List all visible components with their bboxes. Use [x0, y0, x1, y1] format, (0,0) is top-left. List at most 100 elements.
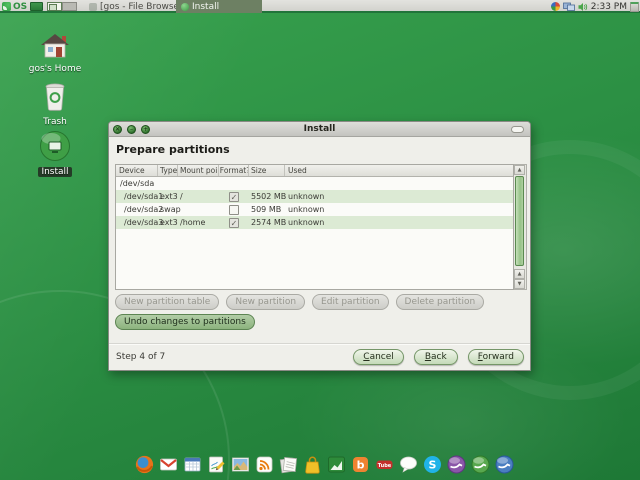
firefox-icon [135, 455, 153, 473]
system-tray: 2:33 PM [550, 0, 639, 13]
dock-item-calendar[interactable] [181, 453, 203, 475]
new-partition-table-button[interactable]: New partition table [115, 294, 220, 310]
dock-item-app-blue[interactable] [493, 453, 515, 475]
dock-item-app-green[interactable] [469, 453, 491, 475]
shopping-bag-icon [304, 456, 320, 474]
network-monitors-icon[interactable] [562, 2, 575, 12]
format-checkbox[interactable] [229, 191, 239, 202]
photos-icon [231, 457, 249, 471]
table-row[interactable]: /dev/sda2 swap 509 MB unknown [116, 203, 513, 216]
dock-item-shopping-bag[interactable] [301, 453, 323, 475]
skype-icon: S [423, 455, 441, 473]
gos-logo-icon [2, 2, 11, 11]
svg-text:S: S [428, 458, 436, 471]
table-row[interactable]: /dev/sda3 ext3 /home 2574 MB unknown [116, 216, 513, 229]
format-checkbox[interactable] [229, 204, 239, 215]
window-minimize-button[interactable] [127, 125, 136, 134]
window-close-button[interactable] [113, 125, 122, 134]
undo-changes-button[interactable]: Undo changes to partitions [115, 314, 255, 330]
dock-item-gmail[interactable] [157, 453, 179, 475]
edit-partition-button[interactable]: Edit partition [312, 294, 389, 310]
desktop-icon-label: gos's Home [28, 64, 82, 74]
desktop: OS [gos - File Browser] Install 2:33 PM … [0, 0, 640, 480]
dock-item-youtube[interactable]: Tube [373, 453, 395, 475]
trash-icon [45, 83, 65, 111]
scroll-up-arrow[interactable]: ▲ [514, 165, 525, 175]
dock-item-firefox[interactable] [133, 453, 155, 475]
step-indicator: Step 4 of 7 [116, 352, 166, 362]
show-desktop-button[interactable] [30, 2, 43, 11]
table-header: Device Type Mount point Format? Size Use… [116, 165, 513, 177]
calendar-icon [184, 457, 200, 471]
scroll-down-arrow[interactable]: ▼ [514, 279, 525, 289]
partition-table: Device Type Mount point Format? Size Use… [115, 164, 527, 290]
workspace-pager[interactable] [47, 2, 77, 11]
desktop-icon-install[interactable]: Install [18, 130, 92, 177]
app-purple-icon [447, 455, 465, 473]
window-titlebar[interactable]: Install [109, 122, 530, 137]
app-green-icon [471, 455, 489, 473]
dock-item-news[interactable] [277, 453, 299, 475]
svg-text:b: b [356, 458, 364, 471]
chat-bubble-icon [399, 456, 417, 473]
delete-partition-button[interactable]: Delete partition [395, 294, 485, 310]
column-header[interactable]: Used [285, 165, 513, 176]
window-maximize-button[interactable] [141, 125, 150, 134]
window-shade-button[interactable] [511, 126, 524, 133]
rss-reader-icon [256, 456, 272, 472]
updates-pinwheel-icon[interactable] [550, 2, 560, 11]
format-checkbox[interactable] [229, 217, 239, 228]
home-icon [41, 34, 69, 58]
news-icon [279, 456, 297, 473]
taskbar-item-install[interactable]: Install [176, 0, 262, 13]
table-scrollbar[interactable]: ▲ ▲ ▼ [514, 164, 527, 290]
finance-chart-icon [327, 456, 345, 472]
docs-icon [208, 456, 224, 472]
column-header[interactable]: Type [158, 165, 178, 176]
dock: b Tube S [133, 453, 515, 475]
desktop-icon-label: Trash [43, 117, 67, 127]
dock-item-skype[interactable]: S [421, 453, 443, 475]
gos-logo-text: OS [13, 1, 28, 12]
top-panel: OS [gos - File Browser] Install 2:33 PM [0, 0, 640, 13]
trash-applet-icon[interactable] [630, 1, 639, 12]
dock-item-finance[interactable] [325, 453, 347, 475]
column-header[interactable]: Format? [219, 165, 249, 176]
youtube-icon: Tube [376, 460, 392, 469]
task-label: [gos - File Browser] [100, 1, 187, 12]
install-task-icon [181, 2, 189, 11]
clock[interactable]: 2:33 PM [591, 2, 627, 12]
cancel-button[interactable]: Cancel [353, 349, 404, 365]
column-header[interactable]: Size [249, 165, 285, 176]
back-button[interactable]: Back [413, 349, 458, 365]
dock-item-photos[interactable] [229, 453, 251, 475]
column-header[interactable]: Mount point [178, 165, 219, 176]
file-browser-icon [89, 2, 97, 11]
table-row[interactable]: /dev/sda [116, 177, 513, 190]
dock-item-docs[interactable] [205, 453, 227, 475]
desktop-icon-label: Install [18, 167, 92, 177]
forward-button[interactable]: Forward [467, 349, 524, 365]
page-title: Prepare partitions [116, 143, 230, 156]
install-cd-icon [40, 131, 70, 161]
task-label: Install [192, 1, 220, 12]
app-blue-icon [495, 455, 513, 473]
desktop-icon-trash[interactable]: Trash [18, 82, 92, 127]
column-header[interactable]: Device [116, 165, 158, 176]
scroll-up-arrow[interactable]: ▲ [514, 269, 525, 279]
volume-icon[interactable] [578, 2, 588, 12]
table-row[interactable]: /dev/sda1 ext3 / 5502 MB unknown [116, 190, 513, 203]
blogger-icon: b [352, 456, 368, 472]
scrollbar-thumb[interactable] [515, 176, 524, 266]
dock-item-rss-reader[interactable] [253, 453, 275, 475]
workspace-2[interactable] [62, 2, 77, 11]
dock-item-chat[interactable] [397, 453, 419, 475]
dock-item-blogger[interactable]: b [349, 453, 371, 475]
workspace-1[interactable] [47, 2, 62, 11]
gos-menu-button[interactable]: OS [2, 0, 27, 13]
new-partition-button[interactable]: New partition [226, 294, 306, 310]
desktop-icon-home[interactable]: gos's Home [18, 32, 92, 74]
dock-item-app-purple[interactable] [445, 453, 467, 475]
partition-button-row: New partition table New partition Edit p… [115, 294, 485, 310]
wizard-footer: Step 4 of 7 Cancel Back Forward [109, 343, 530, 370]
